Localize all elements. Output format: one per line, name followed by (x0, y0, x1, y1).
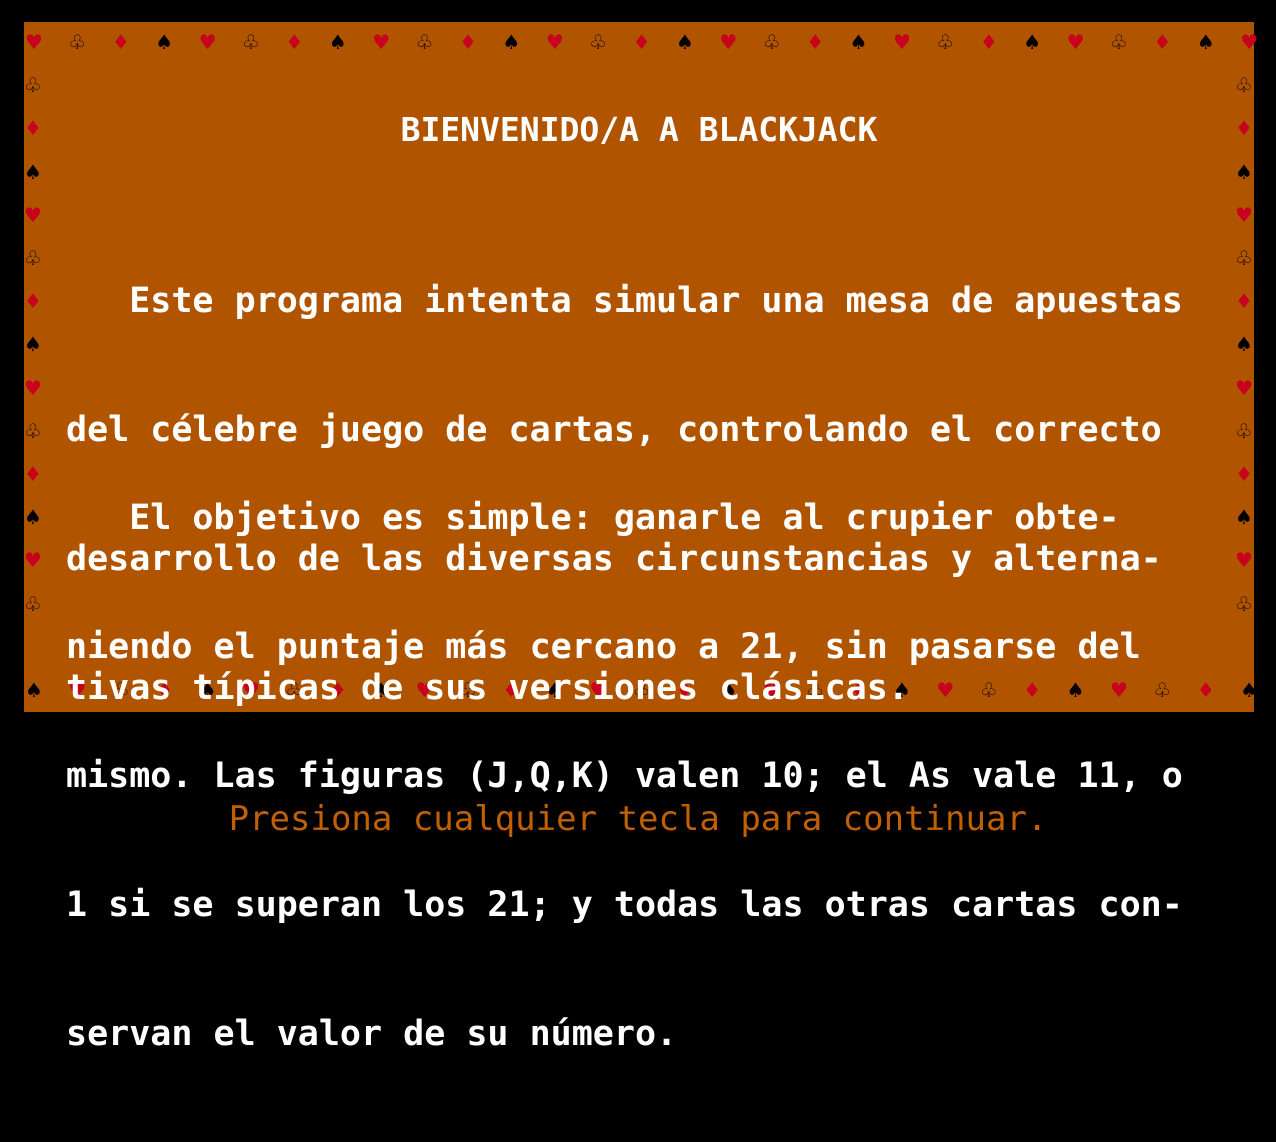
diamond-icon: ♦ (24, 462, 42, 486)
heart-icon: ♥ (1240, 30, 1259, 54)
heart-icon: ♥ (1235, 375, 1253, 400)
spade-icon: ♠ (24, 332, 42, 357)
club-icon: ♧ (762, 30, 781, 54)
spade-icon: ♠ (24, 505, 42, 530)
diamond-icon: ♦ (806, 30, 825, 54)
diamond-icon: ♦ (1196, 678, 1215, 702)
heart-icon: ♥ (198, 30, 217, 54)
diamond-icon: ♦ (285, 30, 304, 54)
club-icon: ♧ (415, 30, 434, 54)
club-icon: ♧ (68, 30, 87, 54)
heart-icon: ♥ (1066, 30, 1085, 54)
spade-icon: ♠ (328, 30, 347, 54)
heart-icon: ♥ (24, 548, 42, 573)
heart-icon: ♥ (545, 30, 564, 54)
heart-icon: ♥ (719, 30, 738, 54)
text-line: 1 si se superan los 21; y todas las otra… (66, 885, 1183, 925)
heart-icon: ♥ (372, 30, 391, 54)
spade-icon: ♠ (849, 30, 868, 54)
diamond-icon: ♦ (111, 30, 130, 54)
heart-icon: ♥ (1235, 202, 1253, 227)
club-icon: ♧ (24, 418, 42, 443)
spade-icon: ♠ (24, 159, 42, 184)
heart-icon: ♥ (1235, 548, 1253, 573)
spade-icon: ♠ (1235, 332, 1253, 357)
club-icon: ♧ (1235, 591, 1253, 616)
heart-icon: ♥ (24, 375, 42, 400)
text-line: mismo. Las figuras (J,Q,K) valen 10; el … (66, 756, 1183, 796)
text-line: servan el valor de su número. (66, 1014, 678, 1054)
club-icon: ♧ (24, 246, 42, 270)
spade-icon: ♠ (1196, 30, 1215, 54)
spade-icon: ♠ (676, 30, 694, 54)
rules-paragraph: El objetivo es simple: ganarle al crupie… (66, 411, 1183, 1142)
club-icon: ♧ (24, 591, 42, 616)
club-icon: ♧ (24, 73, 42, 98)
diamond-icon: ♦ (1153, 30, 1172, 54)
welcome-title: BIENVENIDO/A A BLACKJACK (400, 110, 878, 149)
club-icon: ♧ (589, 30, 608, 54)
club-icon: ♧ (936, 30, 955, 54)
text-line: Este programa intenta simular una mesa d… (66, 281, 1183, 321)
diamond-icon: ♦ (632, 30, 651, 54)
text-line: El objetivo es simple: ganarle al crupie… (66, 498, 1120, 538)
spade-icon: ♠ (155, 30, 174, 54)
heart-icon: ♥ (25, 30, 43, 54)
club-icon: ♧ (1235, 246, 1253, 270)
spade-icon: ♠ (1240, 678, 1259, 702)
text-line: niendo el puntaje más cercano a 21, sin … (66, 627, 1141, 667)
diamond-icon: ♦ (1235, 462, 1253, 486)
spade-icon: ♠ (1235, 505, 1253, 530)
club-icon: ♧ (1235, 418, 1253, 443)
spade-icon: ♠ (502, 30, 521, 54)
club-icon: ♧ (242, 30, 260, 54)
welcome-panel: ♥ ♧ ♦ ♠ ♥ ♧ ♦ ♠ ♥ ♧ ♦ ♠ ♥ ♧ ♦ ♠ ♥ ♧ ♦ ♠ ♥ ♧ ♦ ♠ ♥ ♧ ♦ ♠ ♥ ♠ ♥ ♧ ♦ ♠ ♥ ♧ ♦ ♠ ♥ ♧… (24, 22, 1258, 1054)
diamond-icon: ♦ (24, 289, 42, 314)
heart-icon: ♥ (24, 202, 42, 227)
spade-icon: ♠ (25, 678, 43, 702)
diamond-icon: ♦ (979, 30, 998, 54)
club-icon: ♧ (1110, 30, 1128, 54)
spade-icon: ♠ (1023, 30, 1042, 54)
diamond-icon: ♦ (459, 30, 477, 54)
club-icon: ♧ (1235, 73, 1253, 98)
heart-icon: ♥ (893, 30, 911, 54)
continue-prompt[interactable]: Presiona cualquier tecla para continuar. (0, 798, 1276, 841)
diamond-icon: ♦ (1235, 289, 1253, 314)
spade-icon: ♠ (1235, 159, 1253, 184)
